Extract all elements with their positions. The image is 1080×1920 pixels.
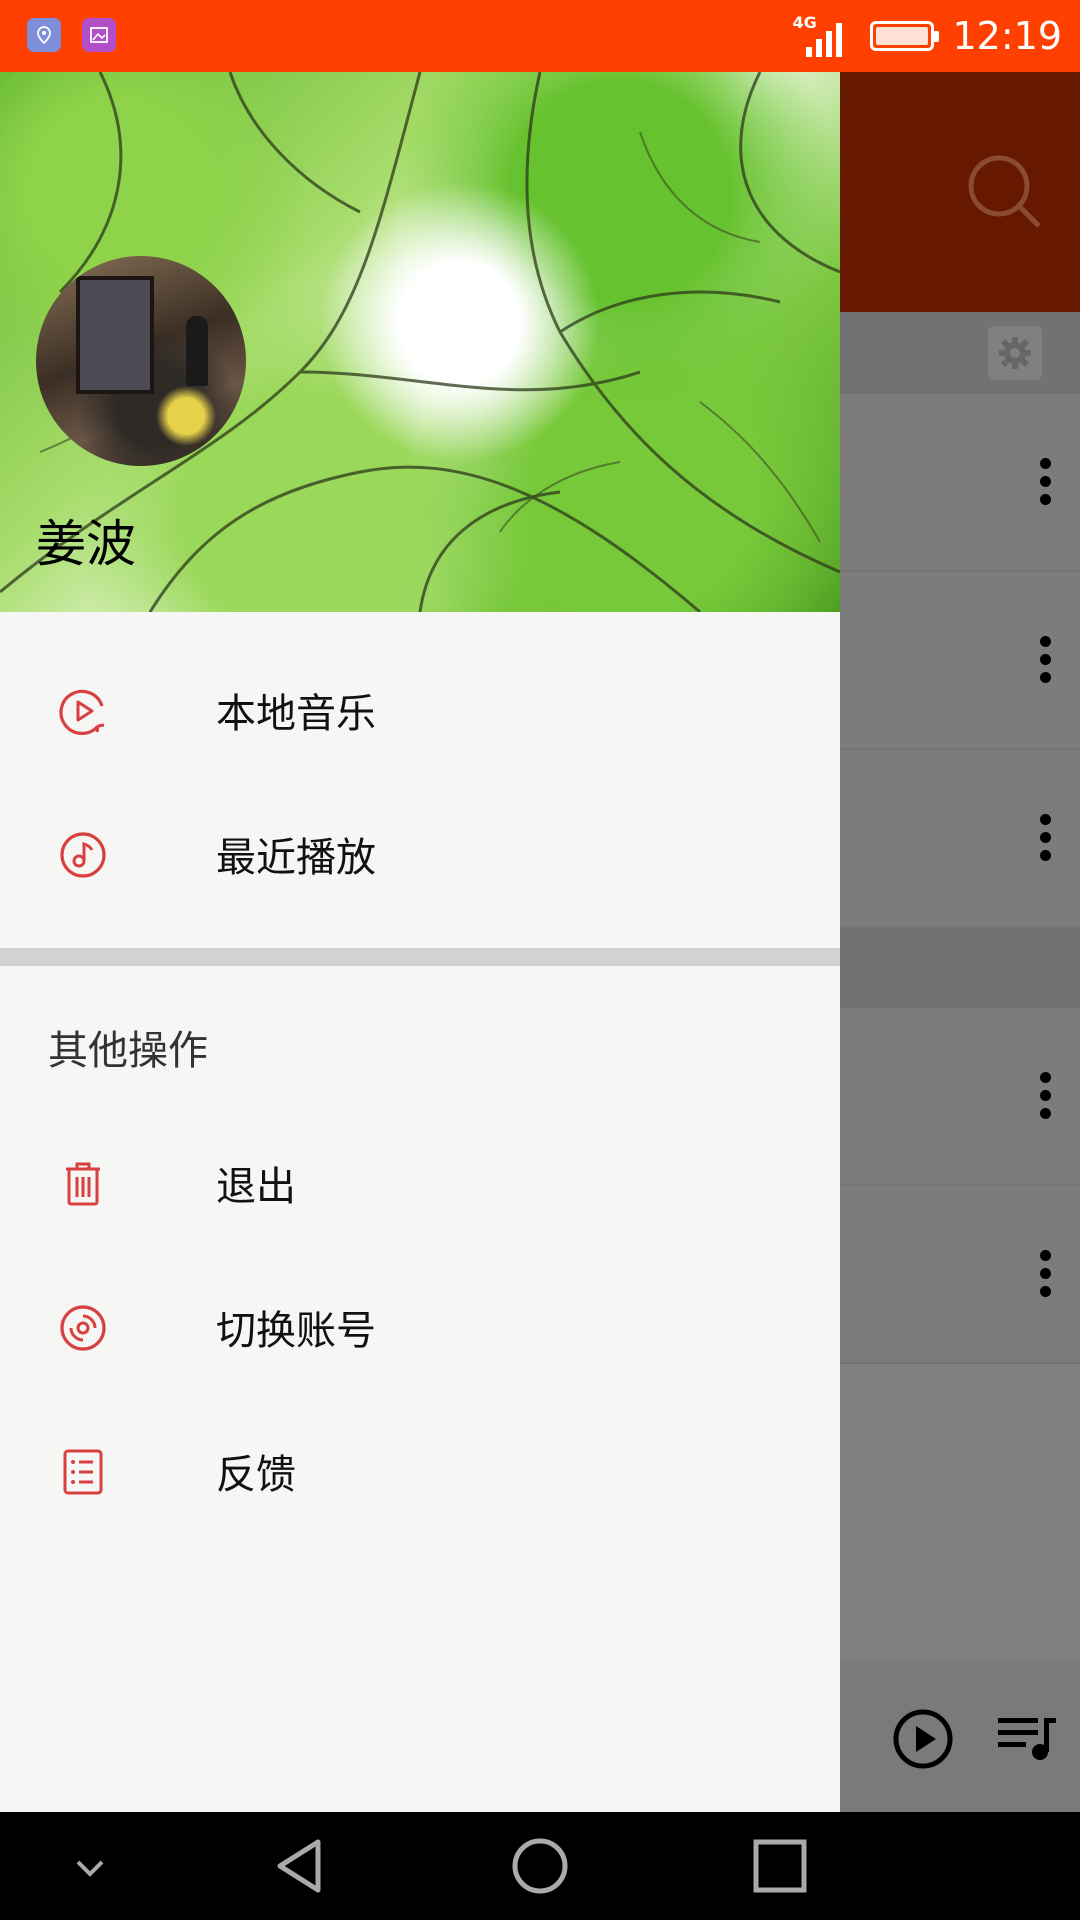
system-navigation-bar [0, 1812, 1080, 1920]
menu-item-label: 本地音乐 [216, 691, 376, 737]
more-options-icon[interactable] [1040, 636, 1052, 690]
menu-item-label: 切换账号 [216, 1308, 376, 1354]
disc-icon [60, 1305, 106, 1351]
navigation-drawer: 姜波 本地音乐 最近播放 其他操作 退出 切换账号 反馈 [0, 72, 840, 1812]
search-icon[interactable] [965, 152, 1045, 232]
clock: 12:19 [952, 14, 1062, 58]
playlist-icon[interactable] [998, 1714, 1058, 1764]
more-options-icon[interactable] [1040, 814, 1052, 868]
network-signal-icon: 4G [792, 11, 852, 61]
section-divider [0, 948, 840, 966]
drawer-header: 姜波 [0, 72, 840, 612]
settings-gear-icon[interactable] [988, 326, 1042, 380]
menu-item-label: 退出 [216, 1164, 296, 1210]
play-circle-icon [59, 689, 105, 735]
music-note-circle-icon [60, 832, 106, 878]
hide-keyboard-icon[interactable] [70, 1852, 110, 1882]
menu-item-label: 反馈 [216, 1452, 296, 1498]
more-options-icon[interactable] [1040, 1072, 1052, 1126]
menu-item-feedback[interactable]: 反馈 [0, 1399, 840, 1543]
menu-item-logout[interactable]: 退出 [0, 1111, 840, 1255]
more-options-icon[interactable] [1040, 458, 1052, 512]
primary-menu: 本地音乐 最近播放 [0, 638, 840, 926]
menu-item-local-music[interactable]: 本地音乐 [0, 638, 840, 782]
list-icon [63, 1449, 103, 1495]
back-icon[interactable] [270, 1836, 330, 1896]
menu-item-switch-account[interactable]: 切换账号 [0, 1255, 840, 1399]
menu-item-recent-play[interactable]: 最近播放 [0, 782, 840, 926]
trash-icon [66, 1162, 100, 1206]
more-options-icon[interactable] [1040, 1250, 1052, 1304]
other-menu: 退出 切换账号 反馈 [0, 1111, 840, 1543]
user-name: 姜波 [36, 515, 136, 573]
gallery-app-icon [82, 18, 116, 52]
play-icon[interactable] [892, 1708, 954, 1770]
location-app-icon [27, 18, 61, 52]
status-bar: 4G 12:19 [0, 0, 1080, 72]
recent-apps-icon[interactable] [750, 1836, 810, 1896]
menu-item-label: 最近播放 [216, 835, 376, 881]
battery-icon [870, 21, 940, 51]
home-icon[interactable] [510, 1836, 570, 1896]
other-section-title: 其他操作 [48, 1028, 208, 1074]
avatar[interactable] [36, 256, 246, 466]
